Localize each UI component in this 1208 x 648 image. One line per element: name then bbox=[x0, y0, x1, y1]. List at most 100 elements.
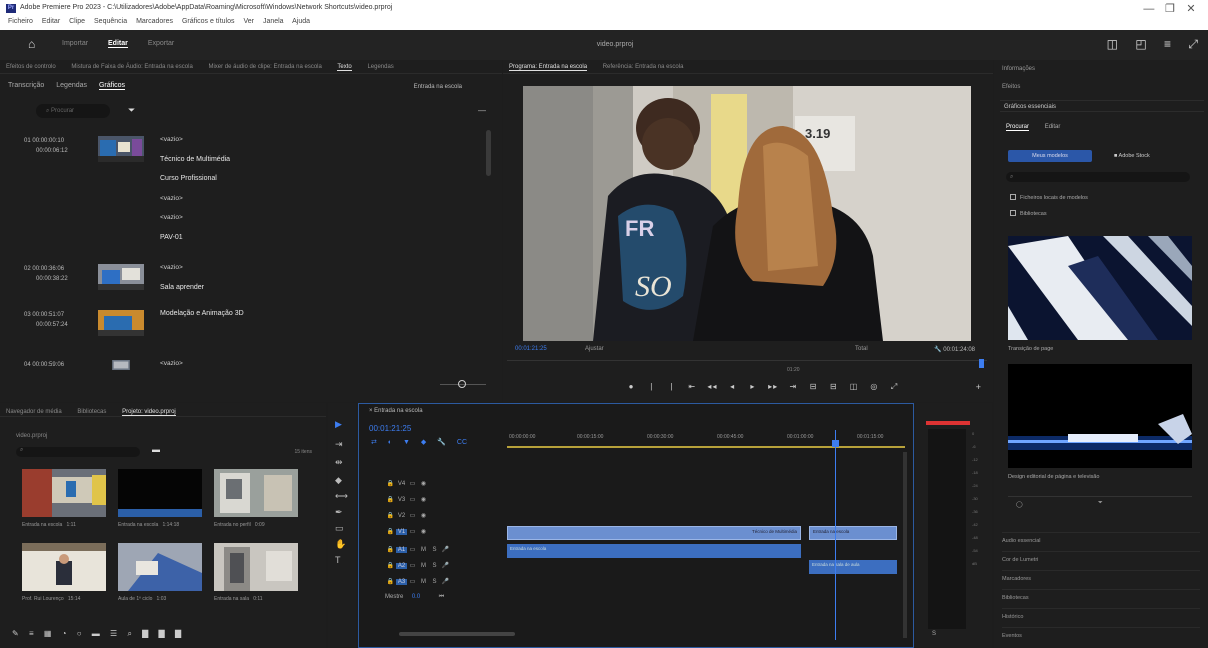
step-back-button[interactable]: ◂◂ bbox=[704, 382, 721, 391]
subtab-transcript[interactable]: Transcrição bbox=[8, 82, 44, 89]
lift-button[interactable]: ⊟ bbox=[805, 382, 822, 391]
ripple-edit-tool-icon[interactable]: ⇹ bbox=[335, 457, 343, 468]
tab-effect-controls[interactable]: Efeitos de controlo bbox=[6, 64, 56, 70]
tab-edit[interactable]: Editar bbox=[108, 40, 128, 48]
adobe-stock-button[interactable]: ■ Adobe Stock bbox=[1114, 150, 1184, 162]
export-frame-button[interactable]: ◫ bbox=[846, 382, 863, 391]
mark-out-button[interactable]: | bbox=[663, 382, 680, 391]
project-item[interactable]: Entrada no perfil 0:09 bbox=[214, 469, 298, 528]
vr-button[interactable]: ⤢ bbox=[886, 382, 903, 392]
zoom-slider-icon[interactable]: ○ bbox=[77, 629, 82, 638]
project-item[interactable]: Entrada na sala 0:11 bbox=[214, 543, 298, 602]
graphics-search-input[interactable]: ⌕ Procurar bbox=[36, 104, 110, 118]
play-button[interactable]: ▸ bbox=[744, 382, 761, 391]
track-header-a2[interactable]: 🔒 A2 ▭ M S 🎤 bbox=[385, 562, 503, 576]
slip-tool-icon[interactable]: ⟷ bbox=[335, 491, 348, 502]
tab-export[interactable]: Exportar bbox=[148, 40, 174, 47]
tab-audio-clip-mixer[interactable]: Mixer de áudio de clipe: Entrada na esco… bbox=[208, 64, 321, 70]
panel-item-essential-audio[interactable]: Audio essencial bbox=[1002, 532, 1200, 551]
tab-program[interactable]: Programa: Entrada na escola bbox=[509, 64, 588, 71]
timeline-vertical-scrollbar[interactable] bbox=[903, 452, 907, 638]
nest-toggle-icon[interactable]: ⇄ bbox=[371, 439, 377, 446]
playhead-handle[interactable] bbox=[832, 440, 839, 447]
freeform-view-icon[interactable]: ◔ bbox=[62, 629, 67, 638]
audio-clip[interactable]: Entrada na sala de aula bbox=[809, 560, 897, 574]
linked-selection-icon[interactable]: ▼ bbox=[403, 439, 410, 446]
progress-icon[interactable]: ◰ bbox=[1135, 37, 1146, 51]
minimize-button[interactable]: — bbox=[1140, 3, 1158, 15]
menu-item-edit[interactable]: Editar bbox=[42, 18, 60, 25]
selection-tool-icon[interactable]: ▶ bbox=[335, 419, 342, 430]
video-frame[interactable]: 3.19 FR SO bbox=[523, 86, 971, 341]
sequence-tab[interactable]: × Entrada na escola bbox=[369, 408, 423, 414]
automate-to-sequence-icon[interactable]: ☰ bbox=[110, 629, 117, 638]
templates-search-input[interactable]: ⌕ bbox=[1006, 172, 1190, 182]
project-item[interactable]: Prof. Rui Lourenço 15:14 bbox=[22, 543, 106, 602]
info-panel-label[interactable]: Informações bbox=[1002, 66, 1035, 72]
pen-tool-icon[interactable]: ✒ bbox=[335, 507, 343, 518]
track-header-a3[interactable]: 🔒 A3 ▭ M S 🎤 bbox=[385, 578, 503, 592]
menu-item-sequence[interactable]: Sequência bbox=[94, 18, 127, 25]
razor-tool-icon[interactable]: ◆ bbox=[335, 475, 342, 486]
close-button[interactable]: ✕ bbox=[1182, 2, 1200, 15]
solo-button[interactable]: S bbox=[932, 631, 936, 637]
quick-export-icon[interactable]: ◫ bbox=[1107, 37, 1118, 51]
tab-project[interactable]: Projeto: video.prproj bbox=[122, 409, 176, 416]
template-thumbnail[interactable] bbox=[1008, 364, 1192, 468]
menu-item-file[interactable]: Ficheiro bbox=[8, 18, 33, 25]
program-ruler[interactable]: 01:20 bbox=[507, 359, 987, 373]
new-bin-icon[interactable]: ▇ bbox=[142, 629, 148, 638]
comparison-view-button[interactable]: ◎ bbox=[866, 382, 883, 391]
panel-item-history[interactable]: Histórico bbox=[1002, 608, 1200, 627]
add-marker-button[interactable]: ● bbox=[623, 382, 640, 391]
project-item[interactable]: Entrada na escola 1:14:18 bbox=[118, 469, 202, 528]
audio-clip[interactable]: Entrada na escola bbox=[507, 544, 801, 558]
sort-icon[interactable]: ▬ bbox=[92, 629, 100, 638]
panel-item-libraries[interactable]: Bibliotecas bbox=[1002, 589, 1200, 608]
maximize-button[interactable]: ❐ bbox=[1161, 2, 1179, 15]
graphics-scrollbar[interactable] bbox=[486, 130, 491, 176]
my-templates-button[interactable]: Meus modelos bbox=[1008, 150, 1092, 162]
timeline-horizontal-scrollbar[interactable] bbox=[399, 632, 515, 636]
menu-item-help[interactable]: Ajuda bbox=[292, 18, 310, 25]
tab-reference[interactable]: Referência: Entrada na escola bbox=[603, 64, 684, 70]
video-clip[interactable]: Entrada na escola bbox=[809, 526, 897, 540]
snap-icon[interactable]: ◐ bbox=[388, 439, 392, 446]
local-templates-checkbox[interactable]: Ficheiros locais de modelos bbox=[1010, 194, 1088, 201]
tab-audio-track-mixer[interactable]: Mistura de Faixa de Áudio: Entrada na es… bbox=[71, 64, 192, 70]
workspaces-menu-icon[interactable]: ≡ bbox=[1164, 37, 1171, 51]
reverse-button[interactable]: ◂ bbox=[724, 382, 741, 391]
mark-in-button[interactable]: | bbox=[643, 382, 660, 391]
project-item[interactable]: Entrada na escola 1:11 bbox=[22, 469, 106, 528]
timeline-settings-icon[interactable]: 🔧 bbox=[437, 439, 446, 446]
home-icon[interactable]: ⌂ bbox=[28, 37, 35, 51]
essential-graphics-header[interactable]: Gráficos essenciais bbox=[1000, 100, 1204, 112]
type-tool-icon[interactable]: T bbox=[335, 555, 341, 565]
tab-captions[interactable]: Legendas bbox=[367, 64, 393, 70]
track-header-master[interactable]: Mestre 0.0 ⏮ bbox=[385, 594, 503, 608]
tab-text[interactable]: Texto bbox=[337, 64, 352, 71]
subtab-captions[interactable]: Legendas bbox=[56, 82, 87, 89]
zoom-slider-handle[interactable] bbox=[458, 380, 466, 388]
go-to-in-button[interactable]: ⇤ bbox=[684, 382, 701, 391]
thumbnail-size-slider[interactable]: ◯ ⏷ bbox=[1008, 496, 1192, 512]
video-clip[interactable]: Técnico de Multimédia bbox=[507, 526, 801, 540]
libraries-checkbox[interactable]: Bibliotecas bbox=[1010, 210, 1047, 217]
new-item-icon[interactable]: ▇ bbox=[159, 629, 165, 638]
rectangle-tool-icon[interactable]: ▭ bbox=[335, 523, 344, 534]
track-header-v4[interactable]: 🔒 V4 ▭ ◉ bbox=[385, 480, 503, 494]
menu-item-markers[interactable]: Marcadores bbox=[136, 18, 173, 25]
sort-icon[interactable]: ⏷ bbox=[1098, 500, 1103, 507]
menu-item-graphics[interactable]: Gráficos e títulos bbox=[182, 18, 235, 25]
wrench-icon[interactable]: 🔧 bbox=[934, 347, 943, 353]
timeline-playhead[interactable] bbox=[832, 430, 839, 640]
tab-libraries[interactable]: Bibliotecas bbox=[77, 409, 106, 415]
resolution-dropdown[interactable]: Total bbox=[855, 346, 868, 352]
track-header-v2[interactable]: 🔒 V2 ▭ ◉ bbox=[385, 512, 503, 526]
program-playhead[interactable] bbox=[979, 359, 984, 368]
track-header-a1[interactable]: 🔒 A1 ▭ M S 🎤 bbox=[385, 546, 503, 560]
project-search-input[interactable]: ⌕ bbox=[16, 447, 140, 457]
tab-browse[interactable]: Procurar bbox=[1006, 124, 1030, 131]
button-editor-icon[interactable]: + bbox=[976, 382, 981, 392]
tab-import[interactable]: Importar bbox=[62, 40, 88, 47]
